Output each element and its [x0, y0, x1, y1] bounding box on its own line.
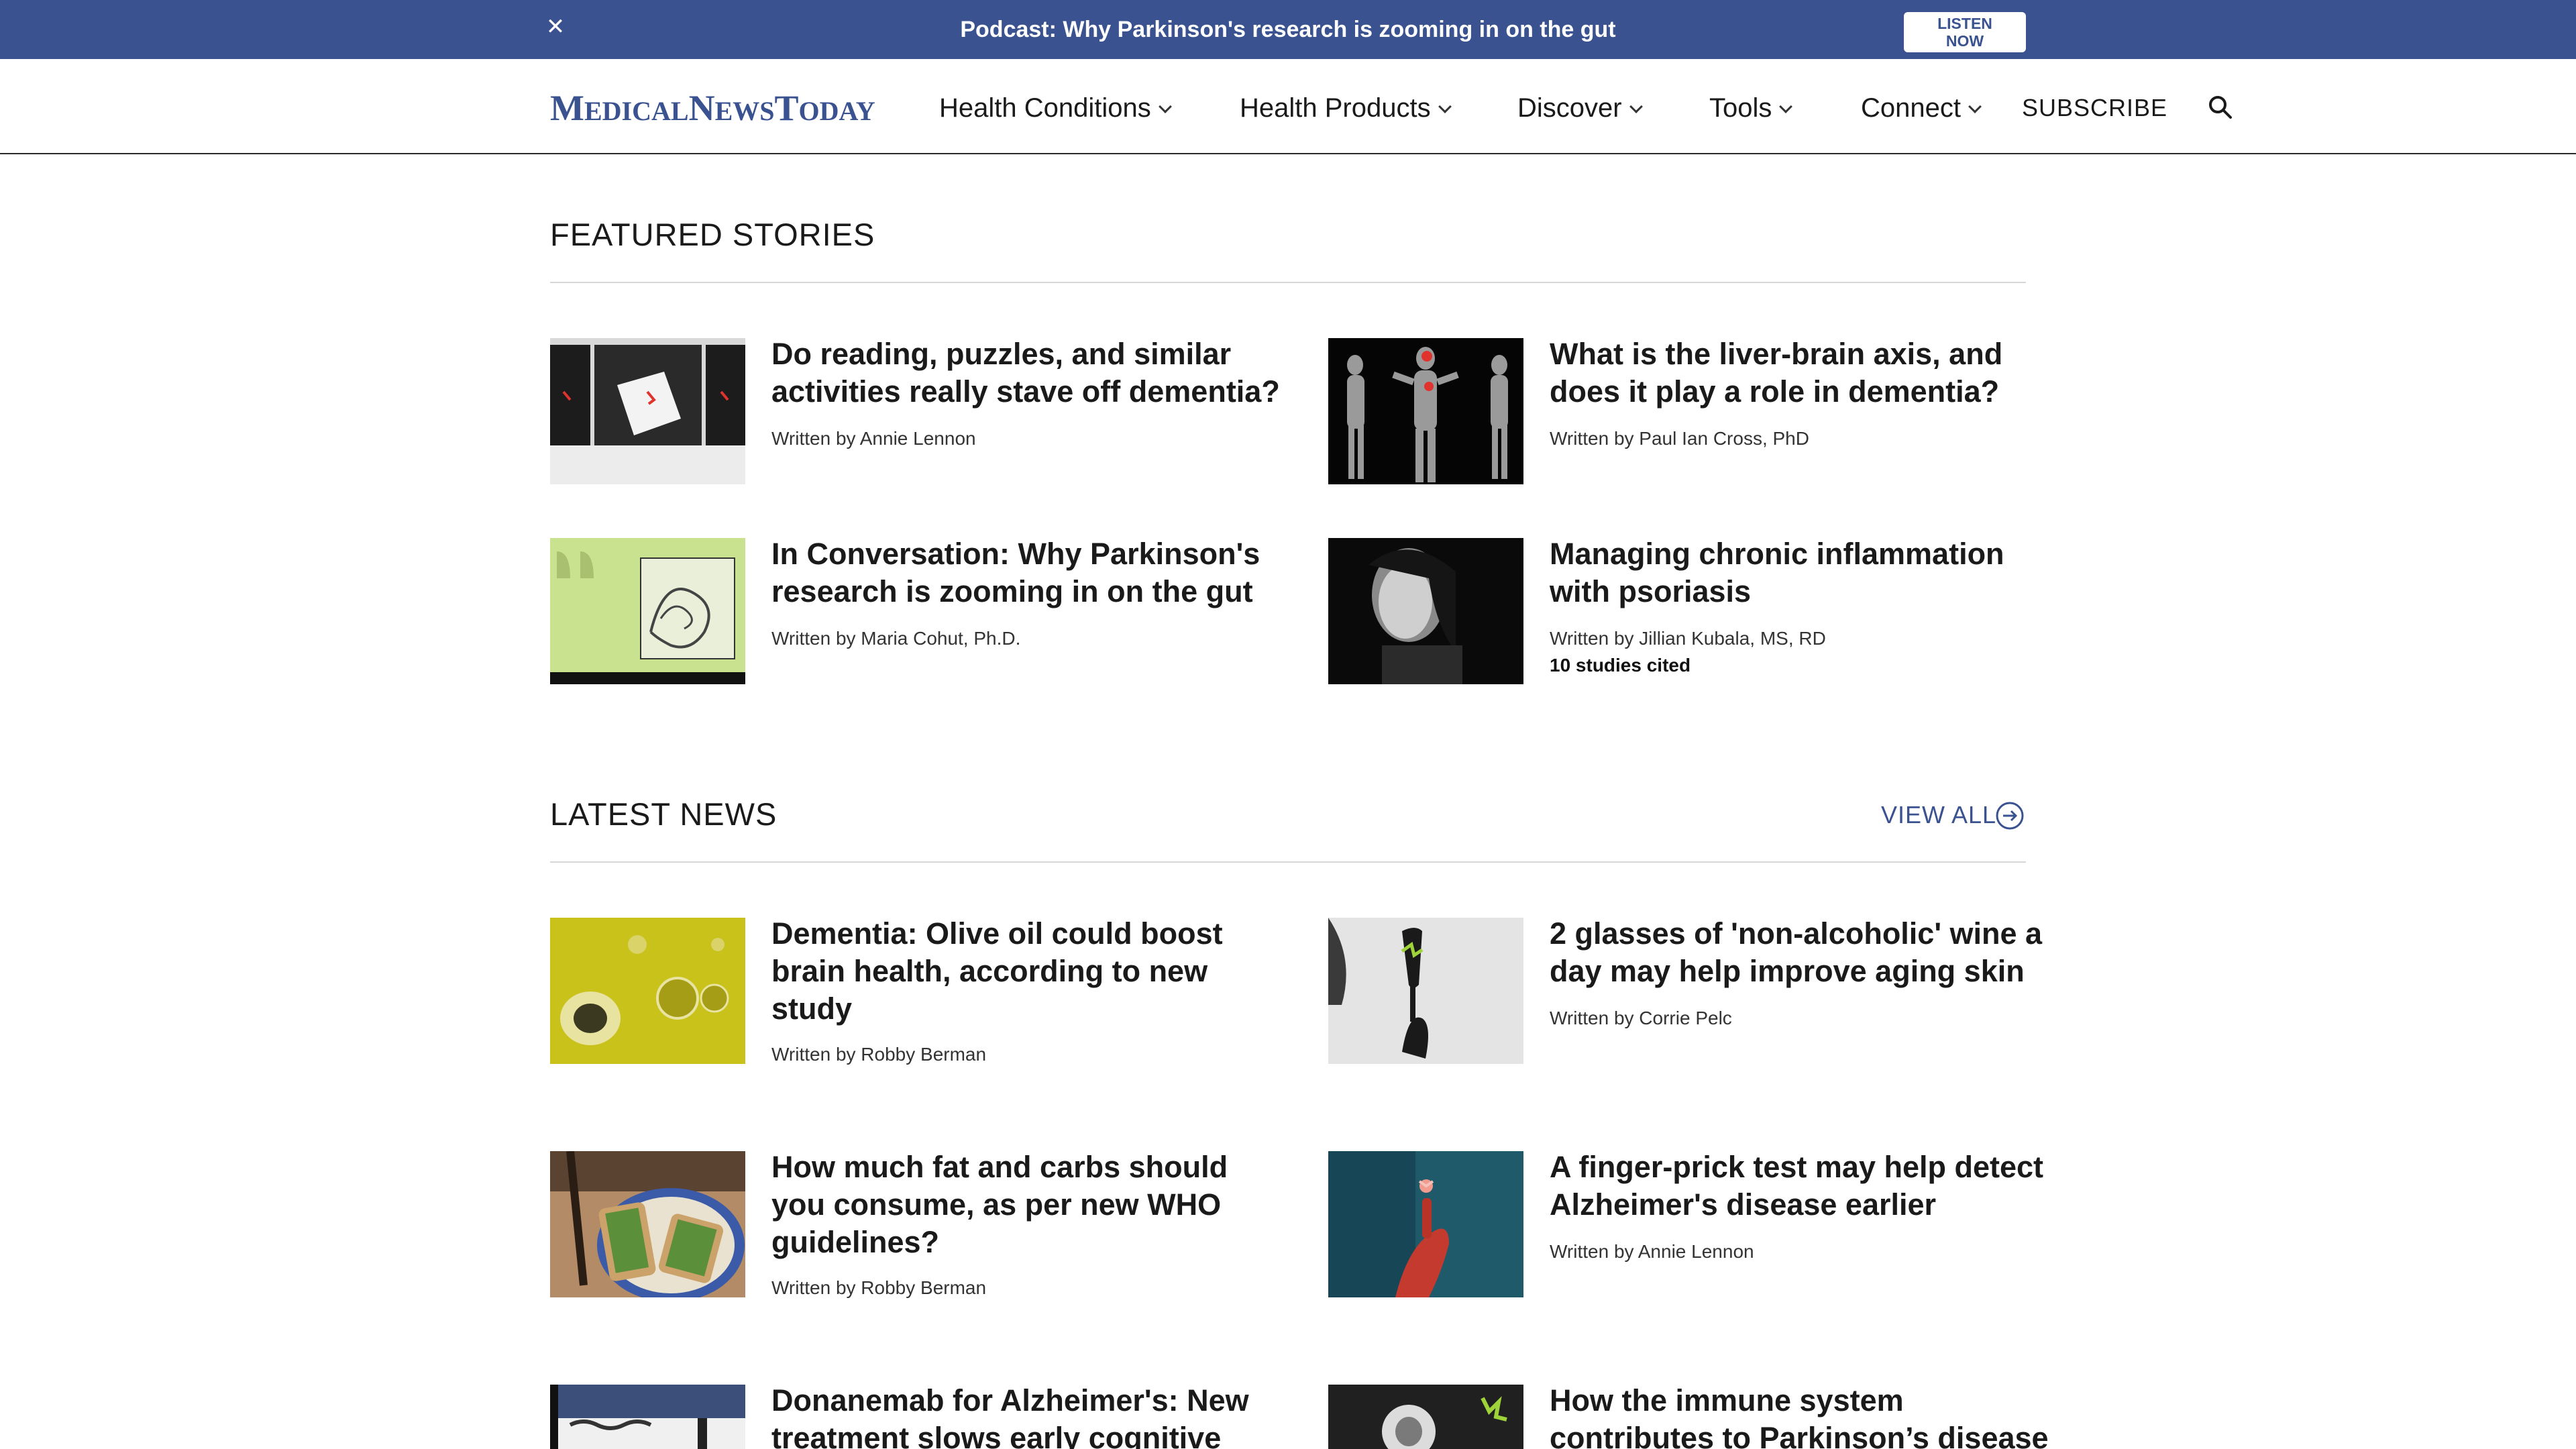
article-thumbnail: [1328, 1385, 1523, 1449]
article-byline: Written by Annie Lennon: [1550, 1241, 1754, 1262]
nav-health-conditions[interactable]: Health Conditions: [939, 86, 1172, 130]
subscribe-link[interactable]: SUBSCRIBE: [2022, 86, 2167, 130]
chevron-down-icon: [1438, 100, 1452, 113]
article-byline: Written by Robby Berman: [771, 1044, 987, 1065]
article-byline: Written by Annie Lennon: [771, 428, 976, 449]
article-thumbnail: [550, 1151, 745, 1297]
nav-label: Health Conditions: [939, 93, 1151, 123]
divider: [550, 861, 2026, 863]
chevron-down-icon: [1779, 100, 1793, 113]
nav-discover[interactable]: Discover: [1517, 86, 1643, 130]
arrow-right-circle-icon: [1996, 802, 2024, 830]
logo-letters: ODAY: [798, 96, 875, 126]
featured-card[interactable]: Do reading, puzzles, and similar activit…: [550, 335, 1288, 486]
article-title[interactable]: Managing chronic inflammation with psori…: [1550, 535, 2059, 610]
listen-now-label-1: LISTEN: [1937, 15, 1992, 32]
site-logo[interactable]: MEDICALNEWSTODAY: [550, 86, 875, 130]
chevron-down-icon: [1629, 100, 1643, 113]
view-all-label: VIEW ALL: [1881, 801, 1997, 828]
logo-letters: EDICAL: [584, 96, 689, 126]
divider: [550, 282, 2026, 283]
news-card[interactable]: A finger-prick test may help detect Alzh…: [1328, 1148, 2066, 1319]
article-title[interactable]: Do reading, puzzles, and similar activit…: [771, 335, 1281, 411]
news-card[interactable]: How the immune system contributes to Par…: [1328, 1382, 2066, 1449]
search-icon[interactable]: [2207, 94, 2234, 121]
logo-letter: M: [550, 88, 584, 128]
article-thumbnail: [1328, 338, 1523, 484]
article-thumbnail: [1328, 1151, 1523, 1297]
article-title[interactable]: Donanemab for Alzheimer's: New treatment…: [771, 1382, 1281, 1449]
article-thumbnail: [1328, 918, 1523, 1064]
chevron-down-icon: [1968, 100, 1982, 113]
featured-card[interactable]: What is the liver-brain axis, and does i…: [1328, 335, 2066, 486]
featured-stories-heading: FEATURED STORIES: [550, 217, 875, 252]
featured-card[interactable]: In Conversation: Why Parkinson's researc…: [550, 535, 1288, 686]
listen-now-label-2: NOW: [1945, 32, 1984, 50]
article-title[interactable]: In Conversation: Why Parkinson's researc…: [771, 535, 1281, 610]
latest-news-heading: LATEST NEWS: [550, 796, 777, 832]
nav-health-products[interactable]: Health Products: [1240, 86, 1452, 130]
article-title[interactable]: How the immune system contributes to Par…: [1550, 1382, 2059, 1449]
nav-connect[interactable]: Connect: [1861, 86, 1982, 130]
listen-now-button[interactable]: LISTEN NOW: [1904, 12, 2026, 52]
site-header: MEDICALNEWSTODAY Health Conditions Healt…: [0, 59, 2576, 154]
chevron-down-icon: [1158, 100, 1172, 113]
article-byline: Written by Jillian Kubala, MS, RD: [1550, 628, 1826, 649]
article-title[interactable]: 2 glasses of 'non-alcoholic' wine a day …: [1550, 915, 2059, 990]
article-thumbnail: [550, 338, 745, 484]
article-thumbnail: [550, 918, 745, 1064]
promo-banner: Podcast: Why Parkinson's research is zoo…: [0, 0, 2576, 59]
nav-label: Tools: [1709, 93, 1772, 123]
logo-letters: EWS: [714, 96, 775, 126]
article-thumbnail: [550, 1385, 745, 1449]
article-thumbnail: [550, 538, 745, 684]
article-byline: Written by Maria Cohut, Ph.D.: [771, 628, 1021, 649]
article-thumbnail: [1328, 538, 1523, 684]
article-byline: Written by Robby Berman: [771, 1277, 987, 1298]
news-card[interactable]: 2 glasses of 'non-alcoholic' wine a day …: [1328, 915, 2066, 1085]
banner-podcast-link[interactable]: Podcast: Why Parkinson's research is zoo…: [0, 0, 2576, 59]
article-byline: Written by Paul Ian Cross, PhD: [1550, 428, 1809, 449]
article-title[interactable]: How much fat and carbs should you consum…: [771, 1148, 1281, 1261]
studies-cited: 10 studies cited: [1550, 655, 1691, 676]
nav-tools[interactable]: Tools: [1709, 86, 1793, 130]
article-title[interactable]: Dementia: Olive oil could boost brain he…: [771, 915, 1281, 1028]
news-card[interactable]: Donanemab for Alzheimer's: New treatment…: [550, 1382, 1288, 1449]
article-title[interactable]: A finger-prick test may help detect Alzh…: [1550, 1148, 2059, 1224]
nav-label: Connect: [1861, 93, 1961, 123]
view-all-link[interactable]: VIEW ALL: [1881, 797, 2024, 833]
nav-label: Health Products: [1240, 93, 1431, 123]
nav-label: Discover: [1517, 93, 1622, 123]
article-title[interactable]: What is the liver-brain axis, and does i…: [1550, 335, 2059, 411]
news-card[interactable]: Dementia: Olive oil could boost brain he…: [550, 915, 1288, 1085]
logo-letter: T: [774, 88, 799, 128]
article-byline: Written by Corrie Pelc: [1550, 1008, 1732, 1028]
logo-letter: N: [688, 88, 715, 128]
featured-card[interactable]: Managing chronic inflammation with psori…: [1328, 535, 2066, 686]
close-icon[interactable]: ✕: [545, 12, 566, 42]
news-card[interactable]: How much fat and carbs should you consum…: [550, 1148, 1288, 1319]
